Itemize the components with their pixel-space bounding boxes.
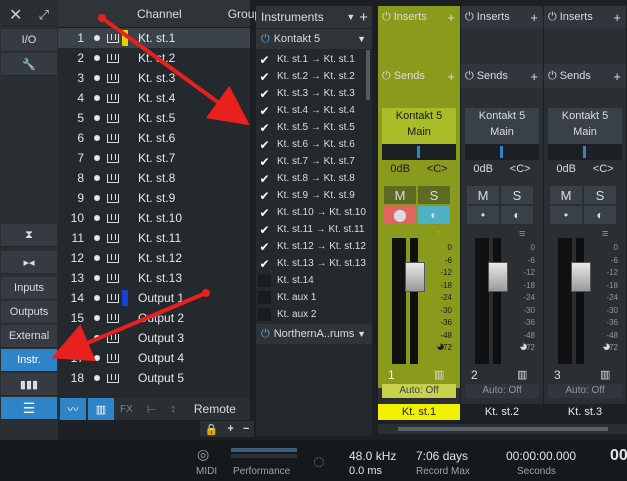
arrow-to-instr-button	[51, 291, 207, 362]
annotation-arrows	[51, 14, 250, 362]
arrow-to-instruments	[100, 16, 250, 126]
